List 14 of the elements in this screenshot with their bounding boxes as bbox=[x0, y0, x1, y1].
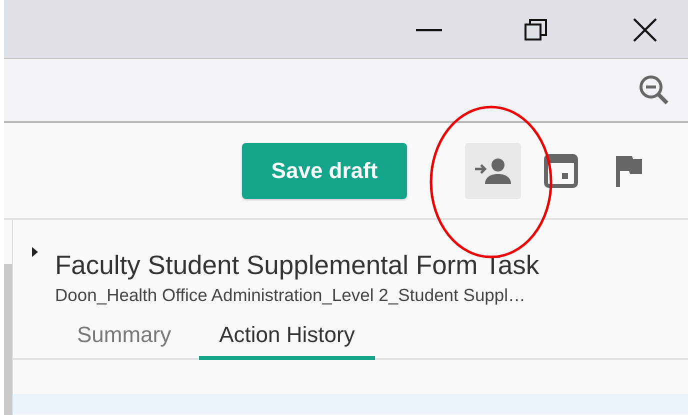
close-icon[interactable] bbox=[632, 17, 658, 43]
calendar-icon bbox=[544, 154, 578, 188]
save-draft-button[interactable]: Save draft bbox=[242, 142, 407, 198]
tab[interactable]: Summary bbox=[61, 322, 188, 360]
minimize-icon[interactable] bbox=[416, 28, 442, 32]
expand-icon[interactable] bbox=[31, 246, 39, 258]
flag-icon bbox=[615, 154, 643, 186]
zoom-out-icon[interactable] bbox=[638, 74, 670, 106]
tab[interactable]: Action History bbox=[199, 322, 375, 360]
task-subtitle: Doon_Health Office Administration_Level 2_Student Suppl… bbox=[55, 285, 527, 306]
scrollbar[interactable] bbox=[4, 264, 12, 415]
icon-button[interactable] bbox=[465, 142, 521, 198]
person-arrow-icon bbox=[474, 158, 512, 184]
restore-icon[interactable] bbox=[524, 18, 548, 42]
